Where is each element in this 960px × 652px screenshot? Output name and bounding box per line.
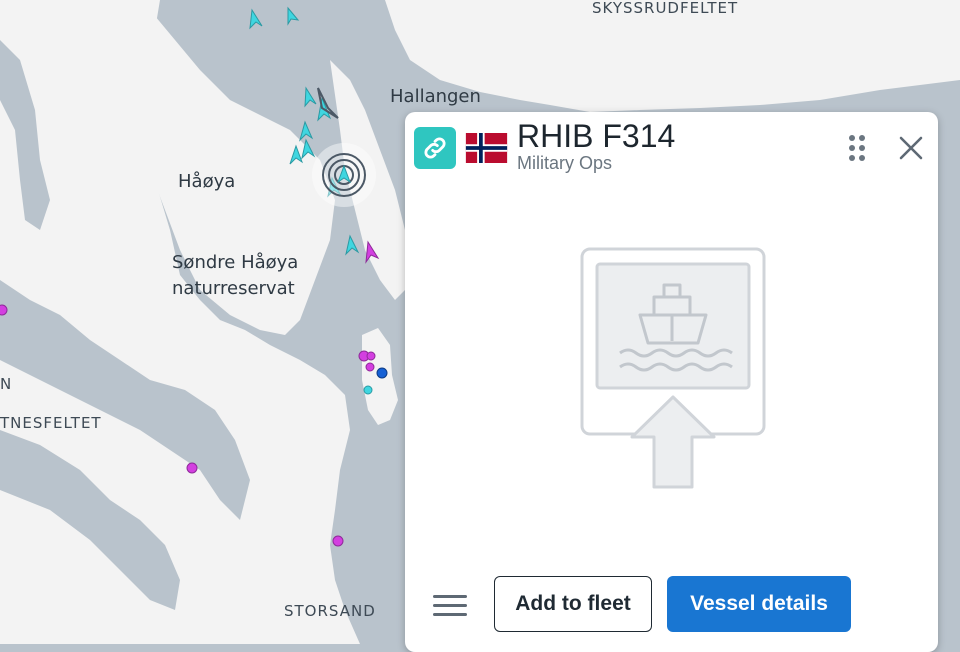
vessel-dot[interactable] bbox=[332, 535, 344, 547]
link-icon bbox=[424, 137, 446, 159]
vessel-type: Military Ops bbox=[517, 153, 613, 173]
map-label-n: N bbox=[0, 375, 13, 393]
map-label-sondre-haoya: Søndre Håøya bbox=[172, 252, 299, 273]
vessel-dot[interactable] bbox=[376, 367, 388, 379]
vessel-photo-placeholder bbox=[580, 247, 766, 489]
link-button[interactable] bbox=[414, 127, 456, 169]
vessel-info-panel: RHIB F314 Military Ops Add to fleet Vess… bbox=[405, 112, 938, 652]
norway-flag-icon bbox=[465, 133, 508, 163]
add-to-fleet-button[interactable]: Add to fleet bbox=[494, 576, 652, 632]
map-label-haoya: Håøya bbox=[178, 171, 236, 192]
map-label-hallangen: Hallangen bbox=[390, 86, 481, 107]
map-label-skyssrudfeltet: SKYSSRUDFELTET bbox=[592, 0, 739, 17]
menu-icon[interactable] bbox=[431, 590, 469, 622]
vessel-dot[interactable] bbox=[186, 462, 198, 474]
drag-handle-icon[interactable] bbox=[845, 132, 869, 164]
map-label-tnesfeltet: TNESFELTET bbox=[0, 414, 102, 432]
vessel-dot[interactable] bbox=[0, 304, 8, 316]
vessel-name: RHIB F314 bbox=[517, 118, 676, 154]
map-label-naturreservat: naturreservat bbox=[172, 278, 295, 299]
close-icon[interactable] bbox=[895, 132, 927, 164]
vessel-dot[interactable] bbox=[363, 385, 373, 395]
upload-arrow-icon bbox=[630, 395, 716, 489]
vessel-dot[interactable] bbox=[366, 351, 376, 361]
map-label-storsand: STORSAND bbox=[284, 602, 376, 620]
vessel-dot[interactable] bbox=[365, 362, 375, 372]
vessel-details-button[interactable]: Vessel details bbox=[667, 576, 851, 632]
selected-vessel-marker[interactable] bbox=[312, 143, 376, 207]
